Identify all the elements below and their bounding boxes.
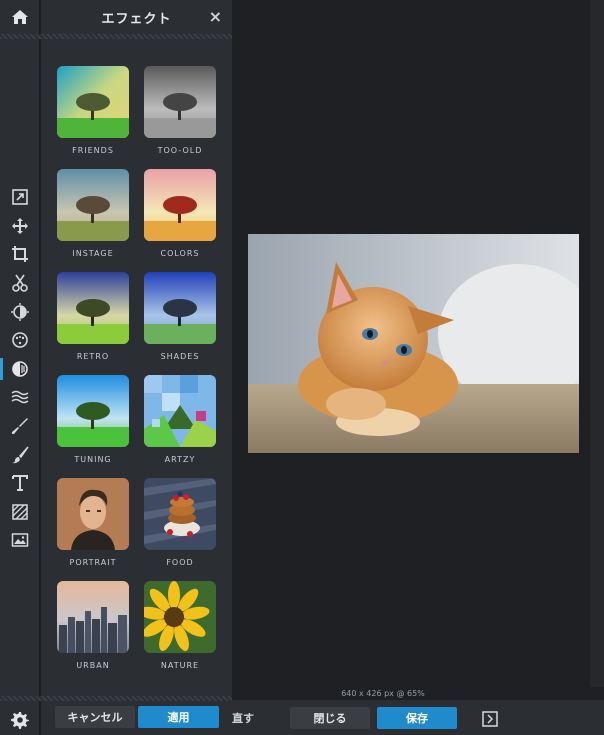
effect-tuning[interactable]: TUNING bbox=[57, 375, 129, 464]
cancel-button[interactable]: キャンセル bbox=[55, 706, 135, 728]
tool-text[interactable] bbox=[0, 469, 40, 498]
effect-thumbnail bbox=[57, 66, 129, 138]
effect-thumbnail bbox=[144, 272, 216, 344]
resize-icon bbox=[12, 189, 28, 206]
effect-nature[interactable]: NATURE bbox=[144, 581, 216, 670]
effect-label: RETRO bbox=[76, 352, 110, 361]
tool-image[interactable] bbox=[0, 526, 40, 555]
effects-icon bbox=[12, 361, 28, 377]
tool-move[interactable] bbox=[0, 212, 40, 241]
close-icon[interactable]: × bbox=[209, 7, 222, 26]
canvas-image[interactable] bbox=[248, 234, 579, 453]
tool-effects[interactable] bbox=[0, 355, 40, 384]
effect-label: FOOD bbox=[166, 558, 194, 567]
effect-shades[interactable]: SHADES bbox=[144, 272, 216, 361]
effect-thumbnail bbox=[144, 478, 216, 550]
panel-header: エフェクト × bbox=[41, 0, 232, 34]
effect-artzy[interactable]: ARTZY bbox=[144, 375, 216, 464]
effect-label: TUNING bbox=[74, 455, 112, 464]
panel-toggle-icon bbox=[482, 711, 498, 727]
effect-label: ARTZY bbox=[164, 455, 196, 464]
home-icon bbox=[12, 10, 28, 24]
tool-wave[interactable] bbox=[0, 383, 40, 412]
filter-icon bbox=[12, 332, 28, 349]
texture-icon bbox=[12, 504, 28, 520]
tool-paint[interactable] bbox=[0, 440, 40, 469]
paint-icon bbox=[12, 446, 29, 463]
toggle-panel-button[interactable] bbox=[482, 711, 498, 727]
close-button[interactable]: 閉じる bbox=[290, 707, 370, 729]
effect-retro[interactable]: RETRO bbox=[57, 272, 129, 361]
effect-label: INSTAGE bbox=[72, 249, 114, 258]
tool-rail bbox=[0, 0, 40, 735]
tool-resize[interactable] bbox=[0, 183, 40, 212]
effect-friends[interactable]: FRIENDS bbox=[57, 66, 129, 155]
divider bbox=[0, 696, 232, 701]
effect-label: COLORS bbox=[160, 249, 200, 258]
home-button[interactable] bbox=[0, 0, 40, 34]
effect-thumbnail bbox=[57, 581, 129, 653]
effects-panel: エフェクト × FRIENDS TOO-OLD INSTAGE COLORS R… bbox=[41, 0, 232, 735]
effect-thumbnail bbox=[144, 66, 216, 138]
bottom-toolbar: 直す 閉じる 保存 bbox=[232, 700, 604, 735]
image-size-label: 640 x 426 px @ 65% bbox=[341, 689, 425, 698]
effect-thumbnail bbox=[144, 169, 216, 241]
settings-button[interactable] bbox=[0, 704, 40, 735]
tool-crop[interactable] bbox=[0, 240, 40, 269]
tool-cut[interactable] bbox=[0, 269, 40, 298]
apply-button[interactable]: 適用 bbox=[138, 706, 219, 728]
vertical-scrollbar[interactable] bbox=[590, 0, 604, 687]
effect-thumbnail bbox=[144, 375, 216, 447]
canvas-status: 640 x 426 px @ 65% bbox=[232, 687, 604, 700]
effect-urban[interactable]: URBAN bbox=[57, 581, 129, 670]
effect-label: SHADES bbox=[160, 352, 200, 361]
effect-label: TOO-OLD bbox=[157, 146, 203, 155]
tool-list bbox=[0, 183, 40, 555]
save-button[interactable]: 保存 bbox=[377, 707, 457, 729]
effect-label: NATURE bbox=[160, 661, 200, 670]
cut-icon bbox=[12, 274, 28, 292]
divider bbox=[0, 34, 232, 39]
tool-brush[interactable] bbox=[0, 412, 40, 441]
text-icon bbox=[12, 475, 28, 492]
brush-icon bbox=[12, 418, 28, 435]
adjust-icon bbox=[11, 302, 29, 321]
effect-colors[interactable]: COLORS bbox=[144, 169, 216, 258]
tool-filter[interactable] bbox=[0, 326, 40, 355]
effect-thumbnail bbox=[57, 169, 129, 241]
effect-thumbnail bbox=[57, 272, 129, 344]
effect-thumbnail bbox=[57, 478, 129, 550]
effect-thumbnail bbox=[57, 375, 129, 447]
tool-adjust[interactable] bbox=[0, 297, 40, 326]
effect-label: URBAN bbox=[76, 661, 110, 670]
effect-thumbnail bbox=[144, 581, 216, 653]
effect-instage[interactable]: INSTAGE bbox=[57, 169, 129, 258]
crop-icon bbox=[12, 246, 28, 263]
effect-food[interactable]: FOOD bbox=[144, 478, 216, 567]
move-icon bbox=[12, 217, 28, 234]
panel-title: エフェクト bbox=[101, 11, 172, 27]
effect-too-old[interactable]: TOO-OLD bbox=[144, 66, 216, 155]
effect-label: FRIENDS bbox=[72, 146, 114, 155]
effect-portrait[interactable]: PORTRAIT bbox=[57, 478, 129, 567]
image-icon bbox=[11, 533, 29, 548]
effect-label: PORTRAIT bbox=[69, 558, 117, 567]
tool-texture[interactable] bbox=[0, 498, 40, 527]
gear-icon bbox=[11, 711, 29, 729]
wave-icon bbox=[11, 391, 29, 404]
redo-button[interactable]: 直す bbox=[232, 710, 254, 726]
